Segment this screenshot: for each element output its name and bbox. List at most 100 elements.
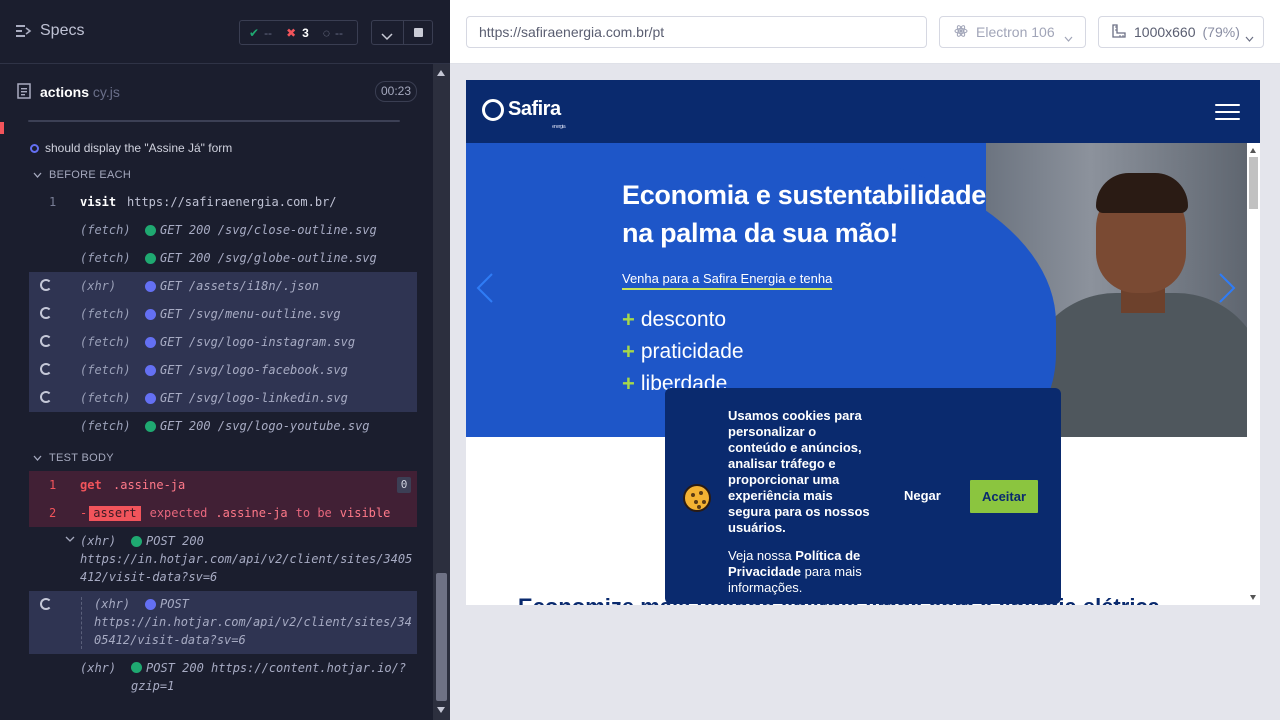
spinner-icon xyxy=(40,391,52,403)
hero-benefits: + desconto + praticidade + liberdade xyxy=(622,304,744,400)
app-under-test: Safira energia Economia e sustentabilida… xyxy=(466,80,1260,605)
command-row[interactable]: (fetch) GET /svg/logo-facebook.svg xyxy=(29,356,417,384)
command-message: POST 200 https://content.hotjar.io/?gzip… xyxy=(131,659,411,695)
command-row[interactable]: (fetch) GET 200 /svg/logo-youtube.svg xyxy=(29,412,417,440)
scrollbar-thumb[interactable] xyxy=(436,573,447,701)
command-message: GET 200 /svg/close-outline.svg xyxy=(145,223,377,237)
failed-stat: ✖ 3 xyxy=(286,26,309,40)
accept-cookies-button[interactable]: Aceitar xyxy=(970,480,1038,513)
browser-selector[interactable]: Electron 106 xyxy=(939,16,1086,48)
viewport-size: 1000x660 xyxy=(1134,24,1196,40)
command-row[interactable]: 1 visit https://safiraenergia.com.br/ xyxy=(29,188,417,216)
carousel-next-icon[interactable] xyxy=(1218,273,1236,303)
command-message-text: GET /svg/logo-linkedin.svg xyxy=(160,391,348,405)
carousel-prev-icon[interactable] xyxy=(476,273,494,303)
command-name: (fetch) xyxy=(80,335,131,349)
test-title[interactable]: should display the "Assine Já" form xyxy=(30,141,232,155)
pending-icon: ◌ xyxy=(322,25,330,40)
command-message: POST xyxy=(145,595,189,613)
stop-button[interactable] xyxy=(414,28,423,37)
command-message: POST 200 xyxy=(131,532,204,550)
hero-subtitle: Venha para a Safira Energia e tenha xyxy=(622,271,833,290)
command-log-scrollbar[interactable] xyxy=(433,64,450,720)
command-name: (fetch) xyxy=(80,419,131,433)
command-message: https://safiraenergia.com.br/ xyxy=(127,195,337,209)
hook-before-each[interactable]: BEFORE EACH xyxy=(33,169,131,181)
url-bar[interactable]: https://safiraenergia.com.br/pt xyxy=(466,16,927,48)
specs-list-icon xyxy=(16,24,32,38)
command-name: (fetch) xyxy=(80,363,131,377)
viewport-selector[interactable]: 1000x660 (79%) xyxy=(1098,16,1264,48)
pending-badge xyxy=(145,336,156,348)
cookie-icon xyxy=(683,484,711,512)
spec-ext: cy.js xyxy=(89,84,120,100)
scroll-down-icon[interactable] xyxy=(437,707,445,713)
cookie-message: Usamos cookies para personalizar o conte… xyxy=(728,408,870,535)
hero-title-line: na palma da sua mão! xyxy=(622,218,899,248)
command-row[interactable]: (xhr) GET /assets/i18n/.json xyxy=(29,272,417,300)
passed-count: -- xyxy=(264,25,273,40)
specs-toggle[interactable]: Specs xyxy=(16,22,84,40)
site-logo[interactable]: Safira energia xyxy=(482,98,566,130)
site-navbar: Safira energia xyxy=(466,80,1260,143)
command-xhr-post-1[interactable]: (xhr) POST 200 https://in.hotjar.com/api… xyxy=(29,528,417,590)
command-assert[interactable]: 2 - assert expected .assine-ja to be vis… xyxy=(29,499,417,527)
success-badge xyxy=(131,662,142,673)
command-status: POST xyxy=(160,597,189,611)
logo-text: Safira xyxy=(508,98,561,120)
command-row[interactable]: (fetch) GET /svg/logo-instagram.svg xyxy=(29,328,417,356)
pending-badge xyxy=(145,392,156,404)
command-get[interactable]: 1 get .assine-ja 0 xyxy=(29,471,417,499)
scrollbar-thumb[interactable] xyxy=(1249,157,1258,209)
plus-icon: + xyxy=(622,371,635,396)
command-message: GET /svg/logo-instagram.svg xyxy=(145,335,355,349)
failed-count: 3 xyxy=(302,25,309,40)
scroll-up-icon[interactable] xyxy=(1250,148,1256,153)
caret-down-icon xyxy=(33,452,42,464)
hero-title: Economia e sustentabilidade na palma da … xyxy=(622,176,986,252)
command-xhr-post-2[interactable]: (xhr) POST https://in.hotjar.com/api/v2/… xyxy=(29,591,417,654)
scroll-down-icon[interactable] xyxy=(1250,595,1256,600)
hook-test-body[interactable]: TEST BODY xyxy=(33,452,114,464)
success-badge xyxy=(131,535,142,547)
app-scrollbar[interactable] xyxy=(1247,143,1260,605)
command-name: (xhr) xyxy=(94,597,131,611)
command-row[interactable]: (fetch) GET 200 /svg/globe-outline.svg xyxy=(29,244,417,272)
cookie-note: Veja nossa Política de Privacidade para … xyxy=(728,548,878,596)
specs-label: Specs xyxy=(40,22,85,39)
command-name: visit xyxy=(80,195,117,209)
command-name: (fetch) xyxy=(80,307,131,321)
spec-name: actions xyxy=(40,84,90,100)
spinner-icon xyxy=(40,279,52,291)
hamburger-menu-icon[interactable] xyxy=(1215,104,1240,120)
command-message-text: https://safiraenergia.com.br/ xyxy=(127,195,337,209)
command-log-panel: Specs ✔ -- ✖ 3 ◌ -- actions cy.js 00:23 sho… xyxy=(0,0,450,720)
viewport-zoom: (79%) xyxy=(1202,24,1240,40)
aut-panel: https://safiraenergia.com.br/pt Electron… xyxy=(450,0,1280,720)
success-badge xyxy=(145,252,156,264)
command-status: POST 200 https://content.hotjar.io/?gzip… xyxy=(131,661,407,693)
scroll-up-icon[interactable] xyxy=(437,70,445,76)
command-name: (fetch) xyxy=(80,251,131,265)
deny-cookies-button[interactable]: Negar xyxy=(904,488,941,503)
electron-icon xyxy=(954,24,968,41)
command-selector: .assine-ja xyxy=(113,478,186,492)
command-row[interactable]: (fetch) GET 200 /svg/close-outline.svg xyxy=(29,216,417,244)
command-name: (xhr) xyxy=(80,661,117,675)
success-badge xyxy=(145,224,156,236)
command-row[interactable]: (fetch) GET /svg/logo-linkedin.svg xyxy=(29,384,417,412)
pending-stat: ◌ -- xyxy=(323,26,343,40)
command-row[interactable]: (fetch) GET /svg/menu-outline.svg xyxy=(29,300,417,328)
pending-badge xyxy=(145,364,156,376)
assert-badge: assert xyxy=(89,505,141,521)
x-icon: ✖ xyxy=(286,25,297,40)
reporter-header: Specs ✔ -- ✖ 3 ◌ -- xyxy=(0,0,450,64)
command-message-text: GET /svg/logo-instagram.svg xyxy=(160,335,356,349)
aut-toolbar: https://safiraenergia.com.br/pt Electron… xyxy=(450,0,1280,64)
command-message-text: GET 200 /svg/logo-youtube.svg xyxy=(160,419,370,433)
chevron-down-icon[interactable] xyxy=(381,28,393,46)
command-message-text: GET 200 /svg/globe-outline.svg xyxy=(160,251,377,265)
assert-selector: .assine-ja xyxy=(215,506,288,520)
command-name: (fetch) xyxy=(80,223,131,237)
command-xhr-post-3[interactable]: (xhr) POST 200 https://content.hotjar.io… xyxy=(29,656,417,698)
